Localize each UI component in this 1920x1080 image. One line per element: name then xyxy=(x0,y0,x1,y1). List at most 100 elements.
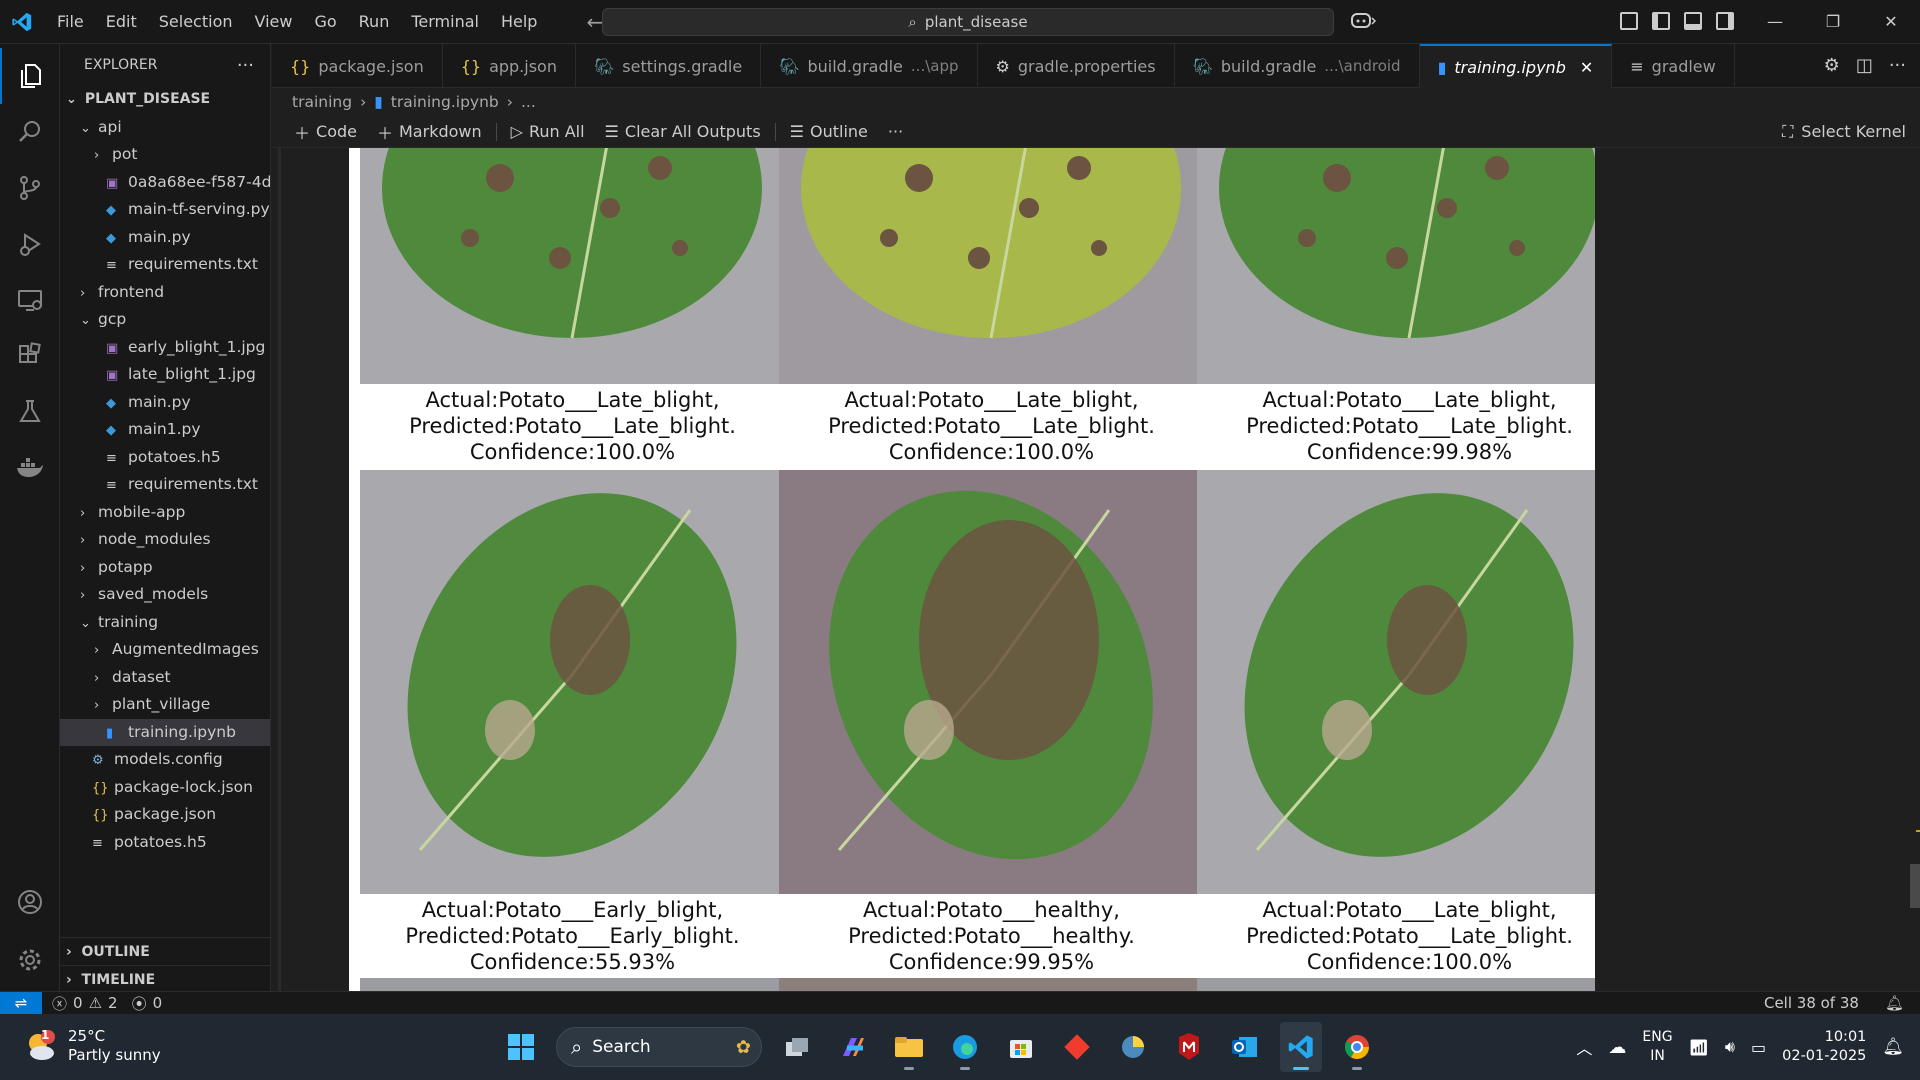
tree-file[interactable]: ▮ training.ipynb xyxy=(60,718,270,746)
back-arrow-icon[interactable]: ← xyxy=(586,10,603,34)
tree-file[interactable]: {} package.json xyxy=(60,801,270,829)
menu-edit[interactable]: Edit xyxy=(95,0,148,44)
cell-position[interactable]: Cell 38 of 38 xyxy=(1764,994,1859,1012)
remote-indicator-icon[interactable]: ⇌ xyxy=(0,991,42,1015)
tree-root-folder[interactable]: ⌄ PLANT_DISEASE xyxy=(60,86,270,114)
menu-run[interactable]: Run xyxy=(348,0,401,44)
customize-layout-icon[interactable] xyxy=(1620,12,1638,30)
git-app-icon[interactable] xyxy=(1056,1022,1098,1072)
accounts-icon[interactable] xyxy=(0,874,60,930)
tab-gradle-properties[interactable]: ⚙ gradle.properties xyxy=(978,44,1175,88)
vscode-app-icon[interactable] xyxy=(1280,1022,1322,1072)
timeline-section[interactable]: › TIMELINE xyxy=(60,965,271,993)
breadcrumb-more[interactable]: ... xyxy=(521,93,536,111)
select-kernel-button[interactable]: ⛶ Select Kernel xyxy=(1782,116,1906,148)
python-app-icon[interactable] xyxy=(1112,1022,1154,1072)
tree-file[interactable]: ▣ early_blight_1.jpg xyxy=(60,334,270,362)
menu-terminal[interactable]: Terminal xyxy=(400,0,490,44)
tree-folder[interactable]: › pot xyxy=(60,141,270,169)
close-tab-icon[interactable]: ✕ xyxy=(1580,58,1593,77)
extensions-icon[interactable] xyxy=(0,328,60,384)
outline-section[interactable]: › OUTLINE xyxy=(60,937,271,965)
tab-package-json[interactable]: {} package.json xyxy=(272,44,443,88)
menu-help[interactable]: Help xyxy=(490,0,548,44)
notification-bell-icon[interactable]: 🔔︎ xyxy=(1882,1037,1904,1057)
tree-file[interactable]: ◆ main1.py xyxy=(60,416,270,444)
tree-file[interactable]: ◆ main.py xyxy=(60,224,270,252)
tree-file[interactable]: ⚙ models.config xyxy=(60,746,270,774)
battery-icon[interactable]: ▭ xyxy=(1751,1038,1766,1057)
copilot-app-icon[interactable] xyxy=(832,1022,874,1072)
problems-indicator[interactable]: ⓧ 0 ⚠ 2 xyxy=(52,993,118,1014)
run-debug-icon[interactable] xyxy=(0,216,60,272)
tree-file[interactable]: ▣ late_blight_1.jpg xyxy=(60,361,270,389)
tab-app-json[interactable]: {} app.json xyxy=(443,44,576,88)
command-center-search[interactable]: ⌕ plant_disease xyxy=(602,8,1334,36)
outline-button[interactable]: ☰ Outline xyxy=(780,122,878,141)
toggle-secondary-sidebar-icon[interactable] xyxy=(1716,12,1734,30)
tree-folder[interactable]: › plant_village xyxy=(60,691,270,719)
weather-widget[interactable]: 1 25°C Partly sunny xyxy=(24,1027,161,1065)
tab-settings-gradle[interactable]: 🐘︎ settings.gradle xyxy=(576,44,762,88)
menu-view[interactable]: View xyxy=(244,0,304,44)
tab-training-ipynb[interactable]: ▮ training.ipynb ✕ xyxy=(1419,44,1613,88)
tree-folder[interactable]: ⌄ training xyxy=(60,609,270,637)
restore-button[interactable]: ❐ xyxy=(1804,0,1862,44)
onedrive-cloud-icon[interactable]: ☁ xyxy=(1608,1037,1626,1058)
toolbar-more-button[interactable]: ··· xyxy=(878,122,913,141)
add-code-cell-button[interactable]: ＋ Code xyxy=(284,120,367,144)
split-editor-icon[interactable]: ◫ xyxy=(1856,55,1873,76)
tree-file[interactable]: ≡ potatoes.h5 xyxy=(60,444,270,472)
tab-gradlew[interactable]: ≡ gradlew xyxy=(1612,44,1735,88)
tree-file[interactable]: ◆ main-tf-serving.py xyxy=(60,196,270,224)
tree-folder[interactable]: › mobile-app xyxy=(60,499,270,527)
language-indicator[interactable]: ENG IN xyxy=(1642,1028,1672,1066)
source-control-icon[interactable] xyxy=(0,160,60,216)
tree-folder[interactable]: › saved_models xyxy=(60,581,270,609)
tree-file[interactable]: ▣ 0a8a68ee-f587-4de... xyxy=(60,169,270,197)
chevron-up-icon[interactable]: ︿ xyxy=(1576,1035,1592,1059)
tree-file[interactable]: ≡ potatoes.h5 xyxy=(60,829,270,857)
toggle-primary-sidebar-icon[interactable] xyxy=(1652,12,1670,30)
breadcrumb-folder[interactable]: training xyxy=(292,93,352,111)
add-markdown-cell-button[interactable]: ＋ Markdown xyxy=(367,120,492,144)
menu-go[interactable]: Go xyxy=(303,0,347,44)
file-explorer-icon[interactable] xyxy=(888,1022,930,1072)
tree-folder[interactable]: › dataset xyxy=(60,664,270,692)
microsoft-store-icon[interactable] xyxy=(1000,1022,1042,1072)
tree-folder[interactable]: › AugmentedImages xyxy=(60,636,270,664)
notifications-bell-icon[interactable]: 🔔︎ xyxy=(1885,994,1904,1012)
tree-folder[interactable]: › node_modules xyxy=(60,526,270,554)
clock[interactable]: 10:01 02-01-2025 xyxy=(1782,1028,1866,1066)
manage-gear-icon[interactable] xyxy=(0,932,60,988)
close-window-button[interactable]: ✕ xyxy=(1862,0,1920,44)
clear-all-outputs-button[interactable]: ☰ Clear All Outputs xyxy=(595,122,771,141)
task-view-icon[interactable] xyxy=(776,1022,818,1072)
chrome-icon[interactable] xyxy=(1336,1022,1378,1072)
toggle-panel-icon[interactable] xyxy=(1684,12,1702,30)
remote-explorer-icon[interactable] xyxy=(0,272,60,328)
tab-build-gradle[interactable]: 🐘︎ build.gradle ...\android xyxy=(1175,44,1420,88)
tree-file[interactable]: ◆ main.py xyxy=(60,389,270,417)
tree-folder[interactable]: ⌄ gcp xyxy=(60,306,270,334)
more-actions-icon[interactable]: ··· xyxy=(237,55,254,76)
docker-icon[interactable] xyxy=(0,440,60,496)
tree-file[interactable]: {} package-lock.json xyxy=(60,774,270,802)
explorer-icon[interactable] xyxy=(0,48,60,104)
more-actions-icon[interactable]: ··· xyxy=(1889,55,1906,76)
tree-file[interactable]: ≡ requirements.txt xyxy=(60,251,270,279)
wifi-icon[interactable]: 📶︎ xyxy=(1689,1038,1709,1057)
testing-icon[interactable] xyxy=(0,384,60,440)
minimize-button[interactable]: — xyxy=(1746,0,1804,44)
notebook-settings-gear-icon[interactable]: ⚙ xyxy=(1824,55,1840,76)
taskbar-search[interactable]: ⌕ Search ✿ xyxy=(556,1027,762,1067)
menu-selection[interactable]: Selection xyxy=(148,0,244,44)
tab-build-gradle[interactable]: 🐘︎ build.gradle ...\app xyxy=(761,44,978,88)
tree-folder[interactable]: ⌄ api xyxy=(60,114,270,142)
breadcrumb-file[interactable]: training.ipynb xyxy=(391,93,499,111)
menu-file[interactable]: File xyxy=(46,0,95,44)
tree-folder[interactable]: › frontend xyxy=(60,279,270,307)
start-button[interactable] xyxy=(500,1022,542,1072)
copilot-icon[interactable] xyxy=(1350,10,1378,35)
search-icon[interactable] xyxy=(0,104,60,160)
